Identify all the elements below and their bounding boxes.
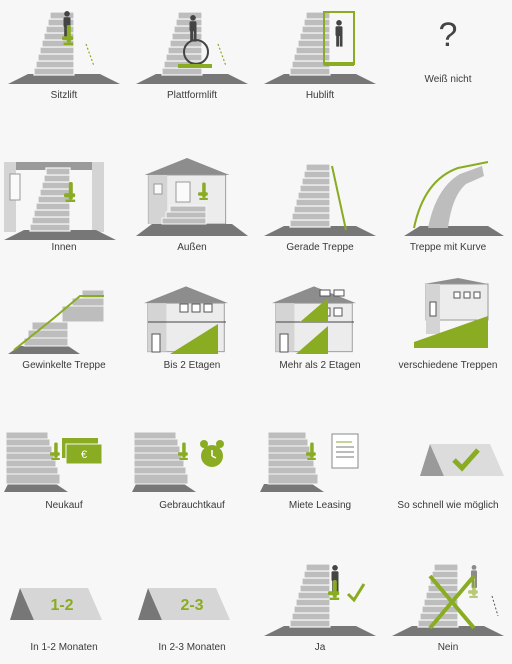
option-in-1-2-monaten[interactable]: 1-2 In 1-2 Monaten bbox=[0, 558, 128, 658]
option-aussen[interactable]: Außen bbox=[128, 158, 256, 258]
label-gewinkelte-treppe: Gewinkelte Treppe bbox=[22, 360, 106, 371]
option-miete-leasing[interactable]: Miete Leasing bbox=[256, 416, 384, 516]
calendar-sign-2-3-icon: 2-3 bbox=[138, 588, 230, 620]
option-mehr-als-2-etagen[interactable]: Mehr als 2 Etagen bbox=[256, 276, 384, 376]
option-neukauf[interactable]: € Neukauf bbox=[0, 416, 128, 516]
option-ja[interactable]: Ja bbox=[256, 558, 384, 658]
option-treppe-mit-kurve[interactable]: Treppe mit Kurve bbox=[384, 158, 512, 258]
hublift-icon bbox=[256, 11, 384, 88]
svg-text:2-3: 2-3 bbox=[180, 597, 203, 614]
label-weiss-nicht: Weiß nicht bbox=[424, 74, 472, 85]
label-neukauf: Neukauf bbox=[45, 500, 83, 511]
label-aussen: Außen bbox=[177, 242, 207, 253]
gewinkelte-treppe-icon bbox=[8, 289, 105, 354]
treppe-mit-kurve-icon bbox=[404, 161, 504, 236]
aussen-icon bbox=[136, 158, 248, 236]
label-sitzlift: Sitzlift bbox=[50, 90, 78, 101]
option-plattformlift[interactable]: Plattformlift bbox=[128, 6, 256, 106]
option-gerade-treppe[interactable]: Gerade Treppe bbox=[256, 158, 384, 258]
check-icon bbox=[346, 583, 366, 603]
neukauf-icon: € bbox=[4, 431, 103, 492]
verschiedene-treppen-icon bbox=[414, 278, 489, 348]
label-plattformlift: Plattformlift bbox=[166, 90, 217, 101]
euro-symbol: € bbox=[81, 449, 87, 461]
gerade-treppe-icon bbox=[256, 158, 384, 240]
label-ja: Ja bbox=[314, 642, 326, 653]
sitzlift-icon bbox=[0, 11, 128, 88]
bis-2-etagen-icon bbox=[144, 285, 228, 354]
nein-icon bbox=[384, 558, 512, 640]
label-gerade-treppe: Gerade Treppe bbox=[286, 242, 354, 253]
option-weiss-nicht[interactable]: ? Weiß nicht bbox=[384, 6, 512, 106]
option-so-schnell-wie-moeglich[interactable]: So schnell wie möglich bbox=[384, 416, 512, 516]
document-icon bbox=[331, 433, 359, 469]
label-so-schnell-wie-moeglich: So schnell wie möglich bbox=[397, 500, 499, 511]
miete-leasing-icon bbox=[260, 431, 359, 492]
ja-icon bbox=[256, 558, 384, 640]
gebrauchtkauf-icon bbox=[132, 431, 224, 492]
question-glyph: ? bbox=[439, 16, 458, 54]
mehr-als-2-etagen-icon bbox=[272, 285, 356, 354]
label-in-1-2-monaten: In 1-2 Monaten bbox=[30, 642, 98, 653]
label-in-2-3-monaten: In 2-3 Monaten bbox=[158, 642, 226, 653]
label-verschiedene-treppen: verschiedene Treppen bbox=[398, 360, 498, 371]
plattformlift-icon bbox=[128, 6, 256, 88]
option-in-2-3-monaten[interactable]: 2-3 In 2-3 Monaten bbox=[128, 558, 256, 658]
option-gebrauchtkauf[interactable]: Gebrauchtkauf bbox=[128, 416, 256, 516]
calendar-sign-1-2-icon: 1-2 bbox=[10, 588, 102, 620]
option-innen[interactable]: Innen bbox=[0, 158, 128, 258]
label-bis-2-etagen: Bis 2 Etagen bbox=[163, 360, 221, 371]
option-bis-2-etagen[interactable]: Bis 2 Etagen bbox=[128, 276, 256, 376]
svg-text:1-2: 1-2 bbox=[50, 597, 73, 614]
option-verschiedene-treppen[interactable]: verschiedene Treppen bbox=[384, 276, 512, 376]
option-nein[interactable]: Nein bbox=[384, 558, 512, 658]
label-gebrauchtkauf: Gebrauchtkauf bbox=[159, 500, 225, 511]
label-mehr-als-2-etagen: Mehr als 2 Etagen bbox=[279, 360, 361, 371]
label-nein: Nein bbox=[437, 642, 459, 653]
label-hublift: Hublift bbox=[305, 90, 335, 101]
label-miete-leasing: Miete Leasing bbox=[288, 500, 352, 511]
option-gewinkelte-treppe[interactable]: Gewinkelte Treppe bbox=[0, 276, 128, 376]
label-treppe-mit-kurve: Treppe mit Kurve bbox=[409, 242, 487, 253]
option-hublift[interactable]: Hublift bbox=[256, 6, 384, 106]
innen-icon bbox=[0, 162, 128, 240]
check-sign-icon bbox=[420, 444, 504, 476]
option-sitzlift[interactable]: Sitzlift bbox=[0, 6, 128, 106]
label-innen: Innen bbox=[51, 242, 77, 253]
